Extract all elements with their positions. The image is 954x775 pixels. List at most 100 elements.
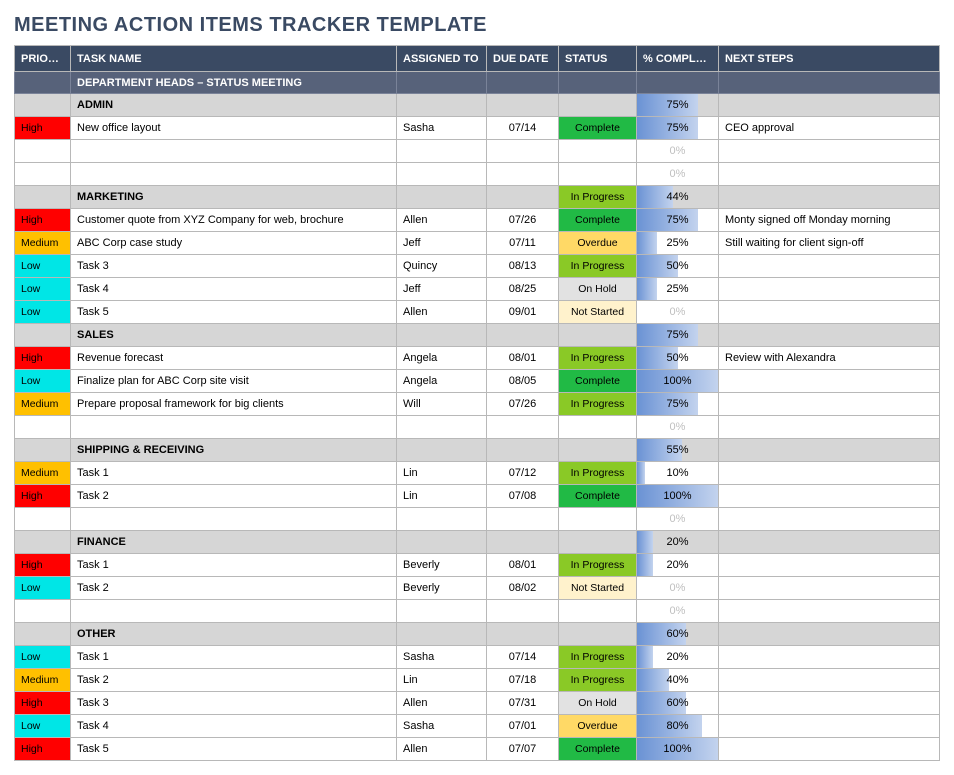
cell: [15, 531, 71, 554]
cell: [487, 72, 559, 94]
pct-cell: 0%: [637, 163, 719, 186]
next-cell: [719, 577, 940, 600]
cell: [397, 416, 487, 439]
pct-cell: 20%: [637, 554, 719, 577]
cell: [15, 186, 71, 209]
cell: [487, 186, 559, 209]
priority-cell: High: [15, 738, 71, 761]
assigned-cell: Quincy: [397, 255, 487, 278]
status-cell: [559, 94, 637, 117]
assigned-cell: Sasha: [397, 715, 487, 738]
priority-cell: High: [15, 554, 71, 577]
status-cell: Complete: [559, 117, 637, 140]
cell: [15, 324, 71, 347]
pct-cell: 75%: [637, 94, 719, 117]
pct-label: 75%: [637, 393, 718, 415]
cell: [487, 140, 559, 163]
priority-cell: Low: [15, 301, 71, 324]
pct-cell: 60%: [637, 692, 719, 715]
pct-label: 0%: [637, 600, 718, 622]
task-cell: Customer quote from XYZ Company for web,…: [71, 209, 397, 232]
next-cell: [719, 715, 940, 738]
priority-cell: Low: [15, 715, 71, 738]
pct-label: 10%: [637, 462, 718, 484]
pct-cell: 75%: [637, 117, 719, 140]
status-cell: In Progress: [559, 554, 637, 577]
table-row: Low Task 2 Beverly 08/02 Not Started 0%: [15, 577, 940, 600]
task-cell: Task 2: [71, 485, 397, 508]
cell: [397, 94, 487, 117]
due-cell: 07/07: [487, 738, 559, 761]
priority-cell: High: [15, 347, 71, 370]
pct-label: 75%: [637, 117, 718, 139]
next-cell: [719, 692, 940, 715]
pct-cell: 100%: [637, 485, 719, 508]
cell: [15, 163, 71, 186]
task-cell: Task 1: [71, 462, 397, 485]
status-cell: Complete: [559, 738, 637, 761]
pct-label: 0%: [637, 163, 718, 185]
cell: [71, 140, 397, 163]
cell: [559, 140, 637, 163]
cell: [397, 623, 487, 646]
cell: [15, 416, 71, 439]
section-title: DEPARTMENT HEADS – STATUS MEETING: [71, 72, 397, 94]
next-cell: [719, 738, 940, 761]
cell: [397, 439, 487, 462]
pct-cell: 75%: [637, 209, 719, 232]
pct-cell: 0%: [637, 508, 719, 531]
status-cell: [559, 439, 637, 462]
task-cell: Task 5: [71, 301, 397, 324]
table-row: Low Task 1 Sasha 07/14 In Progress 20%: [15, 646, 940, 669]
assigned-cell: Jeff: [397, 232, 487, 255]
due-cell: 08/05: [487, 370, 559, 393]
task-cell: New office layout: [71, 117, 397, 140]
table-row: High Task 5 Allen 07/07 Complete 100%: [15, 738, 940, 761]
assigned-cell: Angela: [397, 347, 487, 370]
priority-cell: Medium: [15, 393, 71, 416]
cell: [487, 439, 559, 462]
cell: [719, 531, 940, 554]
col-due: DUE DATE: [487, 46, 559, 72]
table-row: Medium ABC Corp case study Jeff 07/11 Ov…: [15, 232, 940, 255]
cell: [719, 623, 940, 646]
cell: [719, 508, 940, 531]
pct-label: 25%: [637, 278, 718, 300]
pct-label: 44%: [637, 186, 718, 208]
cell: [15, 508, 71, 531]
cell: [487, 623, 559, 646]
cell: [15, 439, 71, 462]
group-row: MARKETING In Progress 44%: [15, 186, 940, 209]
table-row: Medium Task 1 Lin 07/12 In Progress 10%: [15, 462, 940, 485]
assigned-cell: Allen: [397, 692, 487, 715]
priority-cell: Low: [15, 278, 71, 301]
priority-cell: Medium: [15, 462, 71, 485]
cell: [559, 163, 637, 186]
pct-label: 0%: [637, 301, 718, 323]
table-row: Low Task 4 Jeff 08/25 On Hold 25%: [15, 278, 940, 301]
blank-row: 0%: [15, 416, 940, 439]
pct-cell: 20%: [637, 646, 719, 669]
section-row: DEPARTMENT HEADS – STATUS MEETING: [15, 72, 940, 94]
priority-cell: Medium: [15, 669, 71, 692]
table-row: High Task 1 Beverly 08/01 In Progress 20…: [15, 554, 940, 577]
status-cell: [559, 623, 637, 646]
due-cell: 08/01: [487, 347, 559, 370]
cell: [719, 72, 940, 94]
due-cell: 08/02: [487, 577, 559, 600]
pct-label: 55%: [637, 439, 718, 461]
due-cell: 09/01: [487, 301, 559, 324]
cell: [487, 416, 559, 439]
cell: [487, 531, 559, 554]
cell: [559, 416, 637, 439]
cell: [487, 600, 559, 623]
table-row: Medium Prepare proposal framework for bi…: [15, 393, 940, 416]
status-cell: Complete: [559, 485, 637, 508]
col-complete: % COMPLETE: [637, 46, 719, 72]
cell: [637, 72, 719, 94]
cell: [719, 94, 940, 117]
due-cell: 07/18: [487, 669, 559, 692]
status-cell: In Progress: [559, 347, 637, 370]
assigned-cell: Allen: [397, 209, 487, 232]
pct-label: 20%: [637, 646, 718, 668]
